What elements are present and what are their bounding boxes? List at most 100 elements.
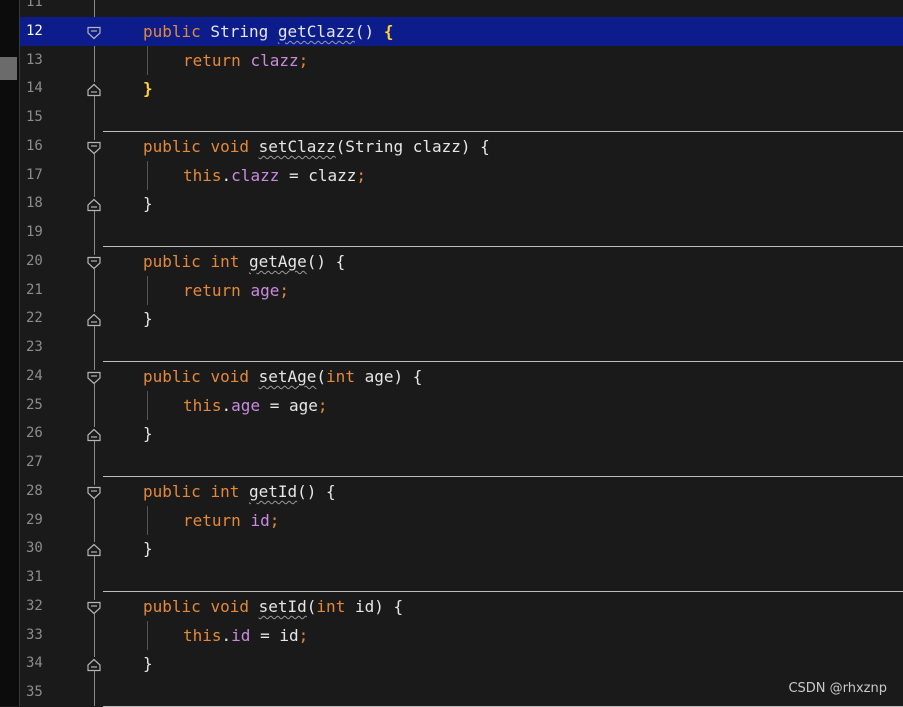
- line-number[interactable]: 17: [26, 161, 43, 190]
- code-text[interactable]: }: [143, 74, 153, 103]
- indent-guide: [147, 160, 148, 190]
- line-number[interactable]: 11: [26, 0, 43, 17]
- line-number[interactable]: 18: [26, 189, 43, 218]
- code-token: public: [143, 136, 201, 156]
- method-name: getAge: [248, 251, 307, 271]
- code-text[interactable]: }: [143, 534, 153, 563]
- code-token: () {: [306, 251, 346, 271]
- code-line[interactable]: 24 public void setAge(int age) {: [20, 362, 903, 391]
- code-line[interactable]: 12 public String getClazz() {: [20, 16, 903, 46]
- code-token: int: [316, 596, 346, 616]
- code-token: }: [143, 539, 153, 559]
- line-number[interactable]: 22: [26, 304, 43, 333]
- code-line[interactable]: 13 return clazz;: [20, 45, 903, 75]
- code-line[interactable]: 31: [20, 563, 903, 592]
- code-token: .: [221, 625, 232, 645]
- line-number[interactable]: 16: [26, 132, 43, 161]
- code-line[interactable]: 32 public void setId(int id) {: [20, 592, 903, 621]
- code-text[interactable]: public String getClazz() {: [143, 17, 393, 46]
- code-text[interactable]: public void setId(int id) {: [143, 592, 403, 621]
- code-text[interactable]: this.clazz = clazz;: [183, 161, 366, 190]
- code-token: return: [183, 280, 241, 300]
- line-number[interactable]: 27: [26, 448, 43, 477]
- code-token: return: [183, 510, 241, 530]
- line-number[interactable]: 30: [26, 534, 43, 563]
- code-token: clazz: [231, 165, 280, 185]
- line-number[interactable]: 33: [26, 621, 43, 650]
- code-line[interactable]: 22}: [20, 304, 903, 333]
- overview-ruler[interactable]: [0, 0, 19, 706]
- line-number[interactable]: 21: [26, 276, 43, 305]
- line-number[interactable]: 25: [26, 391, 43, 420]
- code-line[interactable]: 34}: [20, 649, 903, 678]
- code-line[interactable]: 25 this.age = age;: [20, 390, 903, 420]
- code-text[interactable]: return clazz;: [183, 46, 308, 75]
- code-line[interactable]: 20 public int getAge() {: [20, 247, 903, 276]
- code-editor[interactable]: 11 12 public String getClazz() { 13 return c…: [0, 0, 903, 707]
- fold-collapse-icon[interactable]: [86, 139, 102, 155]
- fold-collapse-icon[interactable]: [86, 24, 102, 40]
- line-number[interactable]: 23: [26, 333, 43, 362]
- code-line[interactable]: 33 this.id = id;: [20, 620, 903, 650]
- indent-guide: [147, 620, 148, 650]
- code-token: ;: [298, 50, 309, 70]
- code-text[interactable]: public int getAge() {: [143, 247, 345, 276]
- code-text[interactable]: }: [143, 189, 153, 218]
- code-line[interactable]: 21 return age;: [20, 275, 903, 305]
- line-number[interactable]: 35: [26, 678, 43, 707]
- code-line[interactable]: 17 this.clazz = clazz;: [20, 160, 903, 190]
- code-token: public: [143, 481, 201, 501]
- line-number[interactable]: 34: [26, 649, 43, 678]
- code-token: (): [354, 21, 384, 41]
- code-text[interactable]: }: [143, 419, 153, 448]
- code-text[interactable]: public int getId() {: [143, 477, 336, 506]
- code-text[interactable]: return id;: [183, 506, 279, 535]
- code-line[interactable]: 14}: [20, 74, 903, 103]
- code-line[interactable]: 27: [20, 448, 903, 477]
- line-number[interactable]: 26: [26, 419, 43, 448]
- line-number[interactable]: 14: [26, 74, 43, 103]
- line-number[interactable]: 19: [26, 218, 43, 247]
- code-text[interactable]: this.age = age;: [183, 391, 328, 420]
- fold-collapse-icon[interactable]: [86, 254, 102, 270]
- line-number[interactable]: 32: [26, 592, 43, 621]
- code-line[interactable]: 35: [20, 678, 903, 707]
- code-text[interactable]: }: [143, 304, 153, 333]
- fold-collapse-icon[interactable]: [86, 369, 102, 385]
- code-line[interactable]: 30}: [20, 534, 903, 563]
- line-number[interactable]: 24: [26, 362, 43, 391]
- code-line[interactable]: 16 public void setClazz(String clazz) {: [20, 132, 903, 161]
- code-line[interactable]: 11: [20, 0, 903, 17]
- line-number[interactable]: 12: [26, 17, 43, 46]
- code-text[interactable]: public void setAge(int age) {: [143, 362, 422, 391]
- line-number[interactable]: 31: [26, 563, 43, 592]
- fold-collapse-icon[interactable]: [86, 599, 102, 615]
- line-number[interactable]: 15: [26, 103, 43, 132]
- code-line[interactable]: 23: [20, 333, 903, 362]
- line-number[interactable]: 20: [26, 247, 43, 276]
- code-token: age: [250, 280, 280, 300]
- method-name: setClazz: [258, 136, 336, 156]
- code-token: int: [210, 481, 240, 501]
- code-line[interactable]: 29 return id;: [20, 505, 903, 535]
- code-token: void: [210, 596, 249, 616]
- code-text[interactable]: public void setClazz(String clazz) {: [143, 132, 490, 161]
- fold-collapse-icon[interactable]: [86, 484, 102, 500]
- code-line[interactable]: 18}: [20, 189, 903, 218]
- code-token: id: [250, 510, 270, 530]
- code-line[interactable]: 26}: [20, 419, 903, 448]
- scroll-position-marker[interactable]: [0, 57, 17, 80]
- indent-guide: [147, 390, 148, 420]
- line-number[interactable]: 28: [26, 477, 43, 506]
- code-text[interactable]: return age;: [183, 276, 289, 305]
- line-number[interactable]: 13: [26, 46, 43, 75]
- line-number[interactable]: 29: [26, 506, 43, 535]
- code-text[interactable]: this.id = id;: [183, 621, 308, 650]
- code-line[interactable]: 15: [20, 103, 903, 132]
- watermark: CSDN @rhxznp: [788, 681, 887, 696]
- code-text[interactable]: }: [143, 649, 153, 678]
- code-line[interactable]: 19: [20, 218, 903, 247]
- code-line[interactable]: 28 public int getId() {: [20, 477, 903, 506]
